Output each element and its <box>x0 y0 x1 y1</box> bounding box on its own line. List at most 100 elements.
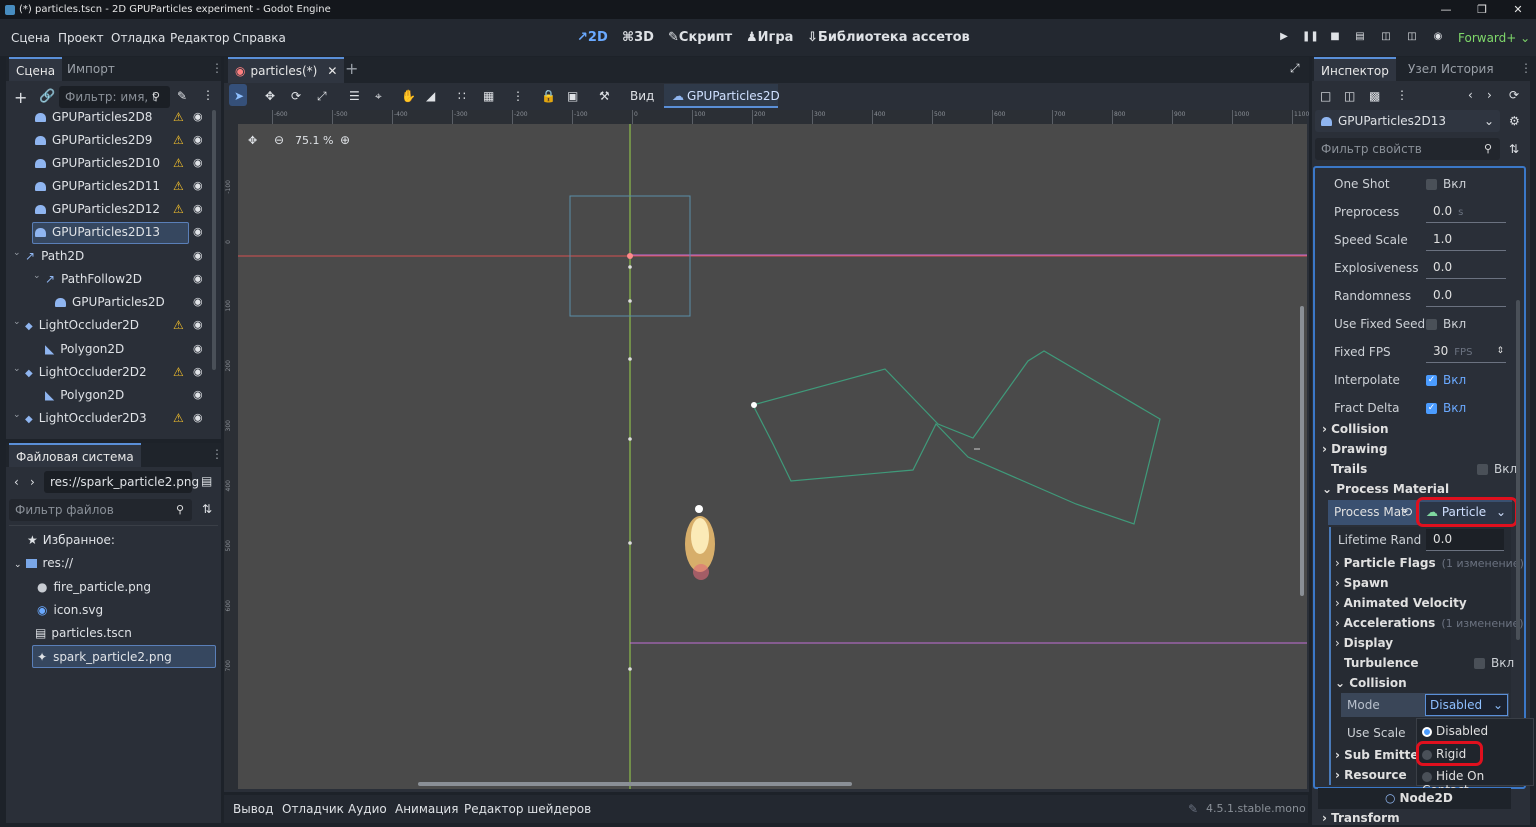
zoom-out-icon[interactable]: ⊖ <box>274 133 284 147</box>
ruler-tool-icon[interactable]: ◢ <box>426 89 435 103</box>
particles-menu[interactable]: GPUParticles2D <box>687 89 780 103</box>
chevron-down-icon[interactable]: ⌄ <box>13 242 21 264</box>
warning-icon[interactable]: ⚠ <box>173 110 184 124</box>
tab-inspector[interactable]: Инспектор <box>1314 57 1396 81</box>
zoom-level[interactable]: 75.1 % <box>295 134 333 147</box>
grid-snap-icon[interactable]: ▦ <box>483 89 494 103</box>
menu-editor[interactable]: Редактор <box>170 31 229 45</box>
distraction-free-icon[interactable]: ⤢ <box>1290 61 1300 76</box>
workspace-game[interactable]: ♟Игра <box>746 30 793 45</box>
attach-script-icon[interactable]: ✎ <box>177 89 187 103</box>
snap-options-icon[interactable]: ⋮ <box>512 89 524 103</box>
property-checkbox[interactable]: ✓ Вкл <box>1426 394 1466 422</box>
workspace-assetlib[interactable]: ⇩Библиотека ассетов <box>807 30 970 45</box>
forward-icon[interactable]: › <box>30 475 35 489</box>
property-value-field[interactable]: 0.0 s <box>1426 201 1506 223</box>
tab-history[interactable]: История <box>1434 57 1501 81</box>
material-subsection[interactable]: › Particle Flags (1 изменение) <box>1335 556 1524 570</box>
scene-tree-node[interactable]: GPUParticles2D11 <box>35 175 160 197</box>
minimize-icon[interactable]: — <box>1428 0 1464 19</box>
zoom-in-icon[interactable]: ⊕ <box>340 133 350 147</box>
inspector-menu-icon[interactable]: ⋮ <box>1520 61 1532 75</box>
visibility-eye-icon[interactable]: ◉ <box>193 365 203 378</box>
visibility-eye-icon[interactable]: ◉ <box>193 202 203 215</box>
close-icon[interactable]: ✕ <box>1500 0 1536 19</box>
section-collision[interactable]: › Collision <box>1322 422 1389 436</box>
object-selector[interactable]: GPUParticles2D13 ⌄ <box>1315 110 1500 132</box>
tab-shader-editor[interactable]: Редактор шейдеров <box>464 802 591 816</box>
workspace-script[interactable]: ✎Скрипт <box>668 30 732 45</box>
play-icon[interactable]: ▶ <box>1277 31 1291 43</box>
menu-debug[interactable]: Отладка <box>111 31 165 45</box>
visibility-eye-icon[interactable]: ◉ <box>193 272 203 285</box>
view-menu[interactable]: Вид <box>630 89 654 103</box>
scene-tree-node[interactable]: ◣ Polygon2D <box>45 338 124 360</box>
warning-icon[interactable]: ⚠ <box>173 133 184 147</box>
scene-tree-node[interactable]: ⌄ ◆ LightOccluder2D <box>13 314 139 336</box>
file-item[interactable]: ● fire_particle.png <box>37 576 151 598</box>
section-drawing[interactable]: › Drawing <box>1322 442 1387 456</box>
visibility-eye-icon[interactable]: ◉ <box>193 318 203 331</box>
workspace-3d[interactable]: ⌘3D <box>622 30 654 45</box>
remote-debug-icon[interactable]: ▤ <box>1353 31 1367 43</box>
chevron-down-icon[interactable]: ⌄ <box>13 311 21 333</box>
visibility-eye-icon[interactable]: ◉ <box>193 133 203 146</box>
tab-output[interactable]: Вывод <box>233 802 273 816</box>
fs-filter-input[interactable]: Фильтр файлов <box>9 499 192 521</box>
menu-project[interactable]: Проект <box>58 31 104 45</box>
scene-tree-node[interactable]: ⌄ ↗ PathFollow2D <box>33 268 142 290</box>
property-checkbox[interactable]: Вкл <box>1426 170 1466 198</box>
tab-import[interactable]: Импорт <box>60 57 122 81</box>
save-resource-icon[interactable]: ▩ <box>1369 89 1380 103</box>
history-icon[interactable]: ⟳ <box>1509 88 1519 102</box>
movie-maker-icon[interactable]: ◉ <box>1431 31 1445 43</box>
move-tool-icon[interactable]: ✥ <box>265 89 275 103</box>
property-checkbox[interactable]: ✓ Вкл <box>1426 366 1466 394</box>
section-process-material[interactable]: ⌄ Process Material <box>1322 482 1449 496</box>
open-resource-icon[interactable]: ◫ <box>1344 89 1355 103</box>
object-options-icon[interactable]: ⚙ <box>1509 114 1520 128</box>
new-scene-tab-icon[interactable]: + <box>345 59 358 78</box>
scale-tool-icon[interactable]: ⤢ <box>317 89 327 104</box>
play-scene-icon[interactable]: ◫ <box>1379 31 1393 43</box>
maximize-icon[interactable]: ❐ <box>1464 0 1500 19</box>
property-value-field[interactable]: 0.0 <box>1426 285 1506 307</box>
tab-filesystem[interactable]: Файловая система <box>9 443 141 467</box>
visibility-eye-icon[interactable]: ◉ <box>193 388 203 401</box>
smart-snap-icon[interactable]: ∷ <box>458 89 466 103</box>
mode-select[interactable]: Disabled ⌄ <box>1425 694 1508 716</box>
trails-toggle[interactable]: Вкл <box>1477 462 1517 476</box>
play-custom-icon[interactable]: ◫ <box>1405 31 1419 43</box>
scene-scrollbar[interactable] <box>212 110 216 370</box>
visibility-eye-icon[interactable]: ◉ <box>193 295 203 308</box>
renderer-select[interactable]: Forward+ ⌄ <box>1458 31 1530 45</box>
revert-icon[interactable]: ⟲ <box>1402 505 1412 519</box>
property-checkbox[interactable]: Вкл <box>1426 310 1466 338</box>
resource-menu-icon[interactable]: ⋮ <box>1396 88 1408 102</box>
property-options-icon[interactable]: ⇅ <box>1509 142 1519 156</box>
visibility-eye-icon[interactable]: ◉ <box>193 156 203 169</box>
scene-tree-node[interactable]: ⌄ ◆ LightOccluder2D2 <box>13 361 147 383</box>
scene-tree-node[interactable]: GPUParticles2D <box>55 291 165 313</box>
material-subsection[interactable]: › Display <box>1335 636 1393 650</box>
rotate-tool-icon[interactable]: ⟳ <box>291 89 301 103</box>
warning-icon[interactable]: ⚠ <box>173 365 184 379</box>
visibility-eye-icon[interactable]: ◉ <box>193 249 203 262</box>
add-node-icon[interactable]: + <box>14 88 27 107</box>
lock-icon[interactable]: 🔒 <box>541 89 556 103</box>
transform-section[interactable]: › Transform <box>1322 811 1400 825</box>
warning-icon[interactable]: ⚠ <box>173 156 184 170</box>
tab-audio[interactable]: Аудио <box>348 802 387 816</box>
material-subsection[interactable]: › Animated Velocity <box>1335 596 1467 610</box>
material-collision-section[interactable]: ⌄ Collision <box>1335 676 1407 690</box>
scene-tree-node[interactable]: ⌄ ◆ LightOccluder2D3 <box>13 407 147 429</box>
inspector-scrollbar[interactable] <box>1516 300 1520 640</box>
pause-icon[interactable]: ❚❚ <box>1302 31 1319 43</box>
split-view-icon[interactable]: ▤ <box>201 474 212 488</box>
material-subsection[interactable]: › Accelerations (1 изменение) <box>1335 616 1524 630</box>
link-icon[interactable]: 🔗 <box>39 89 55 104</box>
sub-emitter-section[interactable]: › Sub Emitter <box>1335 748 1424 762</box>
spinner-icon[interactable]: ⇕ <box>1496 341 1504 361</box>
material-subsection[interactable]: › Spawn <box>1335 576 1389 590</box>
pan-tool-icon[interactable]: ✋ <box>401 89 416 103</box>
